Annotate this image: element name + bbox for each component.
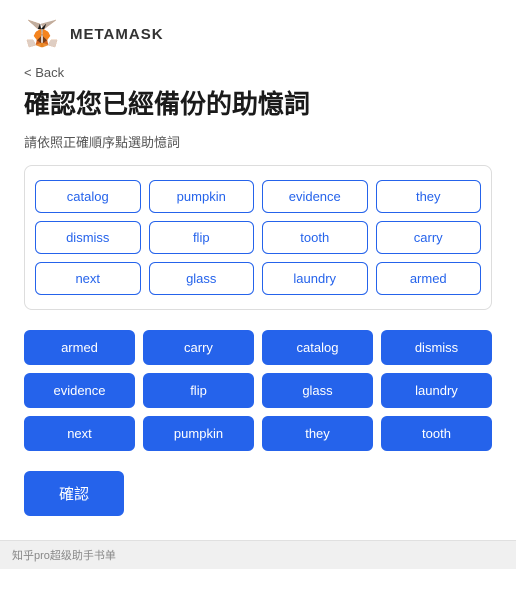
selected-word-chip[interactable]: laundry <box>381 373 492 408</box>
brand-name: METAMASK <box>70 26 164 43</box>
word-pool-chip[interactable]: flip <box>149 221 255 254</box>
word-pool-chip[interactable]: they <box>376 180 482 213</box>
app-header: METAMASK <box>24 16 492 52</box>
selected-word-chip[interactable]: armed <box>24 330 135 365</box>
selected-word-chip[interactable]: glass <box>262 373 373 408</box>
selected-words-grid: armedcarrycatalogdismiss evidenceflipglas… <box>24 330 492 451</box>
word-pool-grid: catalogpumpkinevidencethey dismissfliptoo… <box>35 180 481 295</box>
selected-word-chip[interactable]: carry <box>143 330 254 365</box>
selected-word-chip[interactable]: evidence <box>24 373 135 408</box>
word-pool-chip[interactable]: pumpkin <box>149 180 255 213</box>
selected-word-chip[interactable]: next <box>24 416 135 451</box>
word-pool-chip[interactable]: glass <box>149 262 255 295</box>
word-pool-chip[interactable]: catalog <box>35 180 141 213</box>
selected-word-chip[interactable]: tooth <box>381 416 492 451</box>
word-pool-chip[interactable]: evidence <box>262 180 368 213</box>
bottom-bar: 知乎pro超级助手书单 <box>0 540 516 569</box>
word-pool-chip[interactable]: carry <box>376 221 482 254</box>
page-subtitle: 請依照正確順序點選助憶詞 <box>24 132 492 151</box>
selected-word-chip[interactable]: they <box>262 416 373 451</box>
word-pool-box: catalogpumpkinevidencethey dismissfliptoo… <box>24 165 492 310</box>
page-title: 確認您已經備份的助憶詞 <box>24 88 492 122</box>
selected-word-chip[interactable]: dismiss <box>381 330 492 365</box>
word-pool-chip[interactable]: next <box>35 262 141 295</box>
confirm-button[interactable]: 確認 <box>24 471 124 516</box>
word-pool-chip[interactable]: laundry <box>262 262 368 295</box>
word-pool-chip[interactable]: tooth <box>262 221 368 254</box>
word-pool-chip[interactable]: dismiss <box>35 221 141 254</box>
back-button[interactable]: Back <box>24 65 64 80</box>
selected-word-chip[interactable]: pumpkin <box>143 416 254 451</box>
bottom-bar-text: 知乎pro超级助手书单 <box>12 547 116 563</box>
selected-word-chip[interactable]: catalog <box>262 330 373 365</box>
word-pool-chip[interactable]: armed <box>376 262 482 295</box>
metamask-logo <box>24 16 60 52</box>
selected-word-chip[interactable]: flip <box>143 373 254 408</box>
